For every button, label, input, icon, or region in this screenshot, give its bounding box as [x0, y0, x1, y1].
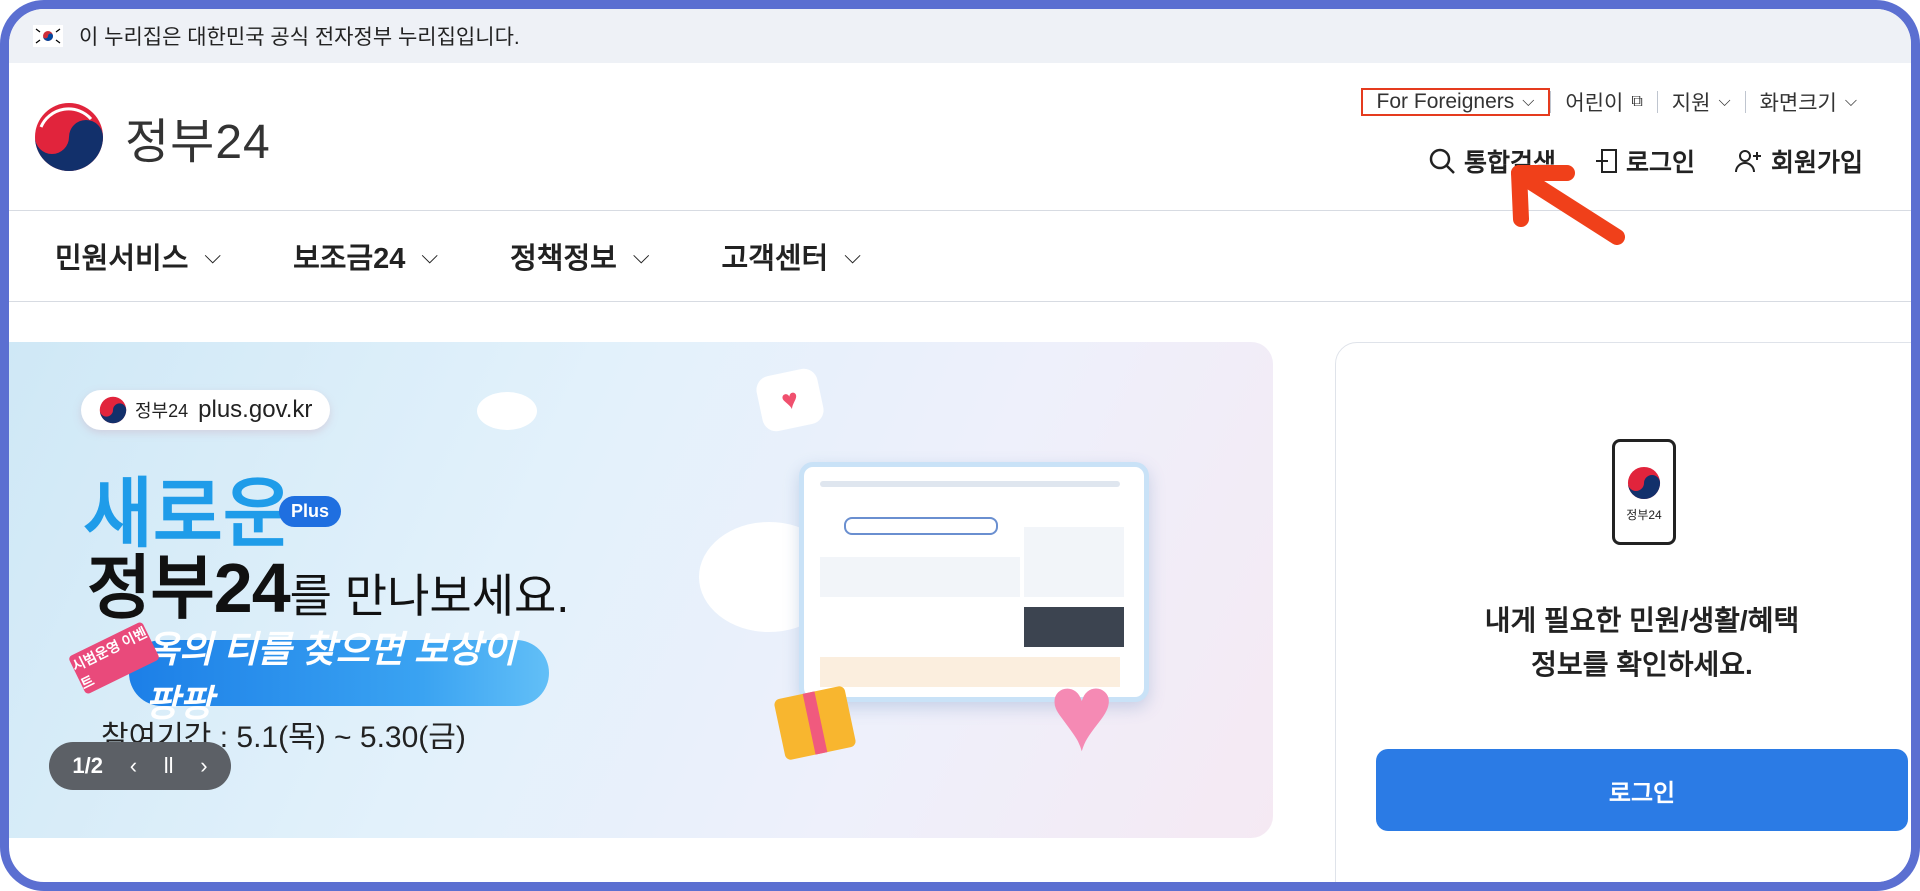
header-actions: 통합검색 로그인 회원가입 — [1388, 143, 1863, 179]
site-header: 정부24 For Foreigners ⌵ 어린이 ⧉ 지원 ⌵ 화면크기 ⌵ — [9, 63, 1911, 245]
gnb-label: 고객센터 — [721, 242, 829, 275]
site-logo[interactable]: 정부24 — [33, 101, 271, 173]
gnb-customer-center[interactable]: 고객센터 ⌵ — [722, 235, 861, 277]
utility-nav: For Foreigners ⌵ 어린이 ⧉ 지원 ⌵ 화면크기 ⌵ — [1360, 87, 1871, 117]
gift-box-icon — [773, 685, 857, 761]
mobile-phone-icon: 정부24 — [1612, 439, 1676, 545]
screen-size-label: 화면크기 — [1759, 92, 1837, 115]
phone-label: 정부24 — [1626, 508, 1662, 522]
panel-message-line2: 정보를 확인하세요. — [1531, 649, 1753, 680]
pause-icon[interactable]: ll — [164, 753, 174, 779]
next-slide-icon[interactable]: › — [200, 753, 207, 779]
cloud-decoration — [477, 392, 537, 430]
search-icon — [1429, 148, 1455, 174]
gnb-label: 민원서비스 — [55, 242, 189, 275]
chevron-down-icon: ⌵ — [1844, 93, 1857, 110]
banner-headline: 정부24를 만나보세요. — [87, 532, 569, 633]
chevron-down-icon: ⌵ — [421, 242, 439, 268]
gnb-policy-info[interactable]: 정책정보 ⌵ — [510, 235, 649, 277]
chip-brand: 정부24 — [135, 401, 189, 421]
pager-count: 1/2 — [72, 753, 103, 778]
signup-label: 회원가입 — [1770, 149, 1863, 177]
for-foreigners-menu[interactable]: For Foreigners ⌵ — [1360, 88, 1551, 116]
gnb-subsidy24[interactable]: 보조금24 ⌵ — [293, 235, 438, 277]
chevron-down-icon: ⌵ — [632, 242, 650, 268]
panel-message-line1: 내게 필요한 민원/생활/혜택 — [1484, 605, 1800, 636]
speech-bubble-heart-icon: ♥ — [753, 366, 827, 434]
chevron-down-icon: ⌵ — [1522, 93, 1535, 110]
plus-badge: Plus — [279, 496, 342, 527]
headline-rest: 를 만나보세요. — [289, 570, 570, 622]
taegeuk-logo-icon — [99, 396, 127, 424]
official-notice-text: 이 누리집은 대한민국 공식 전자정부 누리집입니다. — [79, 26, 520, 49]
chip-url: plus.gov.kr — [198, 396, 313, 423]
login-label: 로그인 — [1625, 149, 1695, 177]
login-button[interactable]: 로그인 — [1376, 749, 1908, 831]
gnb-label: 정책정보 — [510, 242, 617, 275]
add-user-icon — [1734, 150, 1761, 173]
banner-url-chip: 정부24 plus.gov.kr — [81, 390, 331, 430]
gnb-label: 보조금24 — [293, 242, 406, 275]
kids-label: 어린이 — [1565, 92, 1624, 115]
external-link-icon: ⧉ — [1631, 93, 1643, 110]
signup-link[interactable]: 회원가입 — [1734, 143, 1863, 179]
logo-text: 정부24 — [125, 116, 271, 169]
taegeuk-logo-icon — [1627, 466, 1661, 500]
screenshot-frame: 이 누리집은 대한민국 공식 전자정부 누리집입니다. 정부24 For For… — [0, 0, 1920, 891]
banner-pager: 1/2 ‹ ll › — [49, 742, 231, 790]
korea-flag-icon — [33, 25, 63, 47]
chevron-down-icon: ⌵ — [1718, 93, 1731, 110]
chevron-down-icon: ⌵ — [844, 242, 861, 268]
for-foreigners-label: For Foreigners — [1376, 90, 1515, 113]
gnb-civil-service[interactable]: 민원서비스 ⌵ — [55, 235, 221, 277]
support-menu[interactable]: 지원 ⌵ — [1658, 87, 1745, 117]
official-notice-bar: 이 누리집은 대한민국 공식 전자정부 누리집입니다. — [9, 9, 1911, 63]
heart-balloon-icon: ♥ — [1049, 651, 1115, 774]
chevron-down-icon: ⌵ — [204, 242, 222, 268]
taegeuk-logo-icon — [35, 103, 103, 171]
support-label: 지원 — [1671, 92, 1711, 115]
panel-message: 내게 필요한 민원/생활/혜택 정보를 확인하세요. — [1336, 599, 1911, 687]
main-banner[interactable]: 정부24 plus.gov.kr 새로운 Plus 정부24를 만나보세요. 옥… — [9, 342, 1273, 838]
kids-link[interactable]: 어린이 ⧉ — [1551, 87, 1656, 117]
prev-slide-icon[interactable]: ‹ — [130, 753, 137, 779]
login-side-panel: 정부24 내게 필요한 민원/생활/혜택 정보를 확인하세요. 로그인 — [1335, 342, 1911, 882]
global-nav: 민원서비스 ⌵ 보조금24 ⌵ 정책정보 ⌵ 고객센터 ⌵ — [9, 210, 1911, 302]
headline-big: 정부24 — [87, 549, 291, 627]
screen-size-menu[interactable]: 화면크기 ⌵ — [1746, 87, 1871, 117]
event-pill: 옥의 티를 찾으면 보상이 팡팡 — [129, 629, 549, 724]
